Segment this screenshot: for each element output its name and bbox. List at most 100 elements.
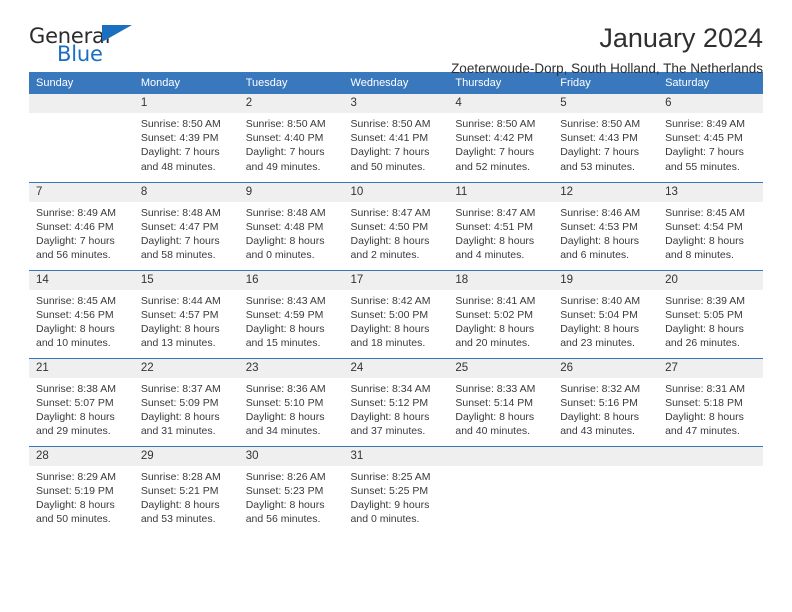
day-details: Sunrise: 8:50 AM Sunset: 4:40 PM Daylight:…: [239, 113, 344, 174]
calendar-day-cell[interactable]: 6 Sunrise: 8:49 AM Sunset: 4:45 PM Daylight…: [658, 94, 763, 182]
calendar-day-cell[interactable]: 26 Sunrise: 8:32 AM Sunset: 5:16 PM Dayligh…: [553, 357, 659, 446]
calendar-day-cell[interactable]: 30 Sunrise: 8:26 AM Sunset: 5:23 PM Dayligh…: [238, 445, 344, 534]
day-number: 12: [553, 182, 659, 202]
daylight-text-line2: and 50 minutes.: [350, 160, 426, 173]
sunrise-text: Sunrise: 8:47 AM: [455, 206, 536, 219]
daylight-text-line2: and 4 minutes.: [455, 249, 525, 262]
calendar-day-cell[interactable]: 11 Sunrise: 8:47 AM Sunset: 4:51 PM Dayligh…: [448, 181, 554, 270]
day-cell-content: 28 Sunrise: 8:29 AM Sunset: 5:19 PM Dayligh…: [29, 446, 134, 535]
calendar-day-cell[interactable]: 5 Sunrise: 8:50 AM Sunset: 4:43 PM Daylight…: [553, 94, 659, 182]
calendar-day-cell[interactable]: 8 Sunrise: 8:48 AM Sunset: 4:47 PM Daylight…: [133, 181, 239, 270]
calendar-day-cell[interactable]: 28 Sunrise: 8:29 AM Sunset: 5:19 PM Dayligh…: [29, 445, 134, 535]
daylight-text-line2: and 56 minutes.: [245, 513, 321, 526]
calendar-day-cell-empty: [29, 94, 134, 182]
daylight-text-line1: Daylight: 8 hours: [140, 410, 220, 423]
sunset-text: Sunset: 5:09 PM: [140, 396, 219, 409]
daylight-text-line1: Daylight: 8 hours: [560, 234, 640, 247]
day-cell-content: 21 Sunrise: 8:38 AM Sunset: 5:07 PM Dayligh…: [29, 358, 134, 446]
sunrise-text: Sunrise: 8:43 AM: [245, 294, 326, 307]
calendar-day-cell[interactable]: 21 Sunrise: 8:38 AM Sunset: 5:07 PM Dayligh…: [29, 357, 134, 446]
day-cell-content: 12 Sunrise: 8:46 AM Sunset: 4:53 PM Dayligh…: [553, 182, 659, 270]
daylight-text-line1: Daylight: 7 hours: [455, 146, 535, 159]
daylight-text-line1: Daylight: 8 hours: [455, 234, 535, 247]
sunrise-text: Sunrise: 8:46 AM: [560, 206, 641, 219]
calendar-day-cell[interactable]: 10 Sunrise: 8:47 AM Sunset: 4:50 PM Dayligh…: [343, 181, 449, 270]
day-cell-content: 8 Sunrise: 8:48 AM Sunset: 4:47 PM Daylight…: [133, 182, 239, 270]
calendar-day-cell[interactable]: 12 Sunrise: 8:46 AM Sunset: 4:53 PM Dayligh…: [553, 181, 659, 270]
sunrise-text: Sunrise: 8:50 AM: [350, 118, 431, 130]
sunset-text: Sunset: 4:40 PM: [245, 132, 324, 145]
day-number: 14: [29, 270, 134, 290]
calendar-day-cell[interactable]: 14 Sunrise: 8:45 AM Sunset: 4:56 PM Dayligh…: [29, 269, 134, 358]
daylight-text-line2: and 53 minutes.: [140, 513, 216, 526]
calendar-day-cell[interactable]: 16 Sunrise: 8:43 AM Sunset: 4:59 PM Dayligh…: [238, 269, 344, 358]
day-details: Sunrise: 8:50 AM Sunset: 4:42 PM Daylight:…: [448, 113, 553, 174]
day-number: 13: [658, 182, 763, 202]
day-details: Sunrise: 8:44 AM Sunset: 4:57 PM Daylight:…: [134, 290, 239, 351]
calendar-day-cell[interactable]: 7 Sunrise: 8:49 AM Sunset: 4:46 PM Daylight…: [29, 181, 134, 270]
daylight-text-line2: and 50 minutes.: [36, 513, 111, 526]
day-cell-content: 4 Sunrise: 8:50 AM Sunset: 4:42 PM Daylight…: [448, 94, 554, 182]
day-number: 8: [133, 182, 239, 202]
sunrise-text: Sunrise: 8:48 AM: [245, 206, 326, 219]
day-cell-content: 18 Sunrise: 8:41 AM Sunset: 5:02 PM Dayligh…: [448, 270, 554, 358]
calendar-day-cell[interactable]: 31 Sunrise: 8:25 AM Sunset: 5:25 PM Dayligh…: [343, 445, 449, 534]
day-number: 6: [658, 94, 763, 113]
daylight-text-line1: Daylight: 8 hours: [455, 322, 535, 335]
sunset-text: Sunset: 5:23 PM: [245, 484, 324, 497]
page-title: January 2024: [599, 23, 763, 53]
sunrise-text: Sunrise: 8:40 AM: [560, 294, 641, 307]
daylight-text-line1: Daylight: 8 hours: [245, 322, 325, 335]
daylight-text-line1: Daylight: 8 hours: [245, 498, 325, 511]
calendar-day-cell[interactable]: 19 Sunrise: 8:40 AM Sunset: 5:04 PM Dayligh…: [553, 269, 659, 358]
calendar-day-cell[interactable]: 24 Sunrise: 8:34 AM Sunset: 5:12 PM Dayligh…: [343, 357, 449, 446]
sunrise-text: Sunrise: 8:25 AM: [350, 470, 431, 483]
sunrise-text: Sunrise: 8:50 AM: [455, 118, 536, 130]
calendar-day-cell[interactable]: 18 Sunrise: 8:41 AM Sunset: 5:02 PM Dayligh…: [448, 269, 554, 358]
day-details: [553, 466, 658, 470]
sunrise-text: Sunrise: 8:37 AM: [140, 382, 221, 395]
calendar-day-cell-empty: [553, 445, 659, 534]
day-cell-content: 17 Sunrise: 8:42 AM Sunset: 5:00 PM Dayligh…: [343, 270, 449, 358]
day-cell-content: 20 Sunrise: 8:39 AM Sunset: 5:05 PM Dayligh…: [658, 270, 763, 358]
daylight-text-line1: Daylight: 7 hours: [665, 146, 744, 159]
calendar-day-cell[interactable]: 17 Sunrise: 8:42 AM Sunset: 5:00 PM Dayligh…: [343, 269, 449, 358]
calendar-day-cell[interactable]: 25 Sunrise: 8:33 AM Sunset: 5:14 PM Dayligh…: [448, 357, 554, 446]
sunset-text: Sunset: 5:12 PM: [350, 396, 429, 409]
day-number: 15: [133, 270, 239, 290]
sunset-text: Sunset: 4:53 PM: [560, 220, 638, 233]
calendar-day-cell[interactable]: 20 Sunrise: 8:39 AM Sunset: 5:05 PM Dayligh…: [658, 269, 763, 358]
calendar-day-cell[interactable]: 23 Sunrise: 8:36 AM Sunset: 5:10 PM Dayligh…: [238, 357, 344, 446]
sunset-text: Sunset: 5:07 PM: [36, 396, 114, 409]
day-details: Sunrise: 8:45 AM Sunset: 4:56 PM Daylight:…: [29, 290, 134, 351]
calendar-day-cell[interactable]: 29 Sunrise: 8:28 AM Sunset: 5:21 PM Dayligh…: [133, 445, 239, 534]
weekday-header-sunday: Sunday: [29, 72, 134, 94]
sunset-text: Sunset: 4:54 PM: [665, 220, 743, 233]
calendar-day-cell[interactable]: 4 Sunrise: 8:50 AM Sunset: 4:42 PM Daylight…: [448, 94, 554, 182]
sunset-text: Sunset: 4:59 PM: [245, 308, 324, 321]
calendar-day-cell[interactable]: 9 Sunrise: 8:48 AM Sunset: 4:48 PM Daylight…: [238, 181, 344, 270]
calendar-day-cell[interactable]: 3 Sunrise: 8:50 AM Sunset: 4:41 PM Daylight…: [343, 94, 449, 182]
sunrise-text: Sunrise: 8:42 AM: [350, 294, 431, 307]
day-details: Sunrise: 8:40 AM Sunset: 5:04 PM Daylight:…: [553, 290, 658, 351]
calendar-day-cell[interactable]: 27 Sunrise: 8:31 AM Sunset: 5:18 PM Dayligh…: [658, 357, 763, 446]
calendar-day-cell[interactable]: 22 Sunrise: 8:37 AM Sunset: 5:09 PM Dayligh…: [133, 357, 239, 446]
sunset-text: Sunset: 4:45 PM: [665, 132, 743, 145]
day-number: 5: [553, 94, 659, 113]
day-details: Sunrise: 8:25 AM Sunset: 5:25 PM Daylight:…: [344, 466, 449, 527]
day-cell-content: 22 Sunrise: 8:37 AM Sunset: 5:09 PM Dayligh…: [133, 358, 239, 446]
calendar-day-cell[interactable]: 1 Sunrise: 8:50 AM Sunset: 4:39 PM Daylight…: [133, 94, 239, 182]
day-details: [448, 466, 553, 470]
day-cell-content: [448, 446, 554, 535]
daylight-text-line2: and 37 minutes.: [350, 425, 426, 438]
day-cell-content: 7 Sunrise: 8:49 AM Sunset: 4:46 PM Daylight…: [29, 182, 134, 270]
day-number: 10: [343, 182, 449, 202]
sunset-text: Sunset: 5:14 PM: [455, 396, 534, 409]
calendar-day-cell[interactable]: 2 Sunrise: 8:50 AM Sunset: 4:40 PM Daylight…: [238, 94, 344, 182]
calendar-day-cell[interactable]: 13 Sunrise: 8:45 AM Sunset: 4:54 PM Dayligh…: [658, 181, 763, 270]
day-number: [29, 94, 134, 113]
day-details: Sunrise: 8:39 AM Sunset: 5:05 PM Daylight:…: [658, 290, 763, 351]
sunset-text: Sunset: 4:43 PM: [560, 132, 638, 145]
day-details: Sunrise: 8:49 AM Sunset: 4:46 PM Daylight:…: [29, 202, 134, 263]
calendar-day-cell[interactable]: 15 Sunrise: 8:44 AM Sunset: 4:57 PM Dayligh…: [133, 269, 239, 358]
